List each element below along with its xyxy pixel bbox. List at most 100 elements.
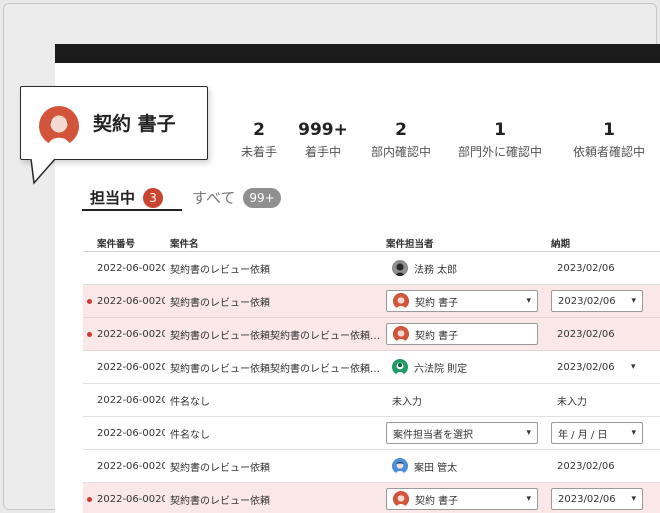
due-date-text: 2023/02/06 — [557, 361, 615, 373]
due-date-text: 2023/02/06 — [557, 262, 615, 274]
stat-count: 2 — [253, 120, 265, 140]
case-name[interactable]: 件名なし — [170, 384, 384, 416]
due-date-cell: 年 / 月 / 日 ▾ — [551, 417, 660, 449]
assignee-name: 法務 太郎 — [414, 264, 458, 276]
case-name-text: 契約書のレビュー依頼 — [170, 462, 270, 474]
due-date: 未入力 — [551, 384, 660, 416]
assignee-empty: 未入力 — [392, 396, 422, 408]
assignee: 六法院 則定 — [392, 359, 467, 375]
tab-count-badge: 3 — [143, 188, 164, 208]
tab-label: 担当中 — [90, 189, 136, 207]
due-date-cell: 2023/02/06 ▾ — [551, 285, 660, 317]
unread-dot-cell — [87, 285, 93, 317]
case-name[interactable]: 契約書のレビュー依頼 — [170, 285, 384, 317]
assignee-placeholder: 案件担当者を選択 — [393, 429, 473, 441]
due-date: 2023/02/06 — [551, 318, 660, 350]
assignee-cell: 六法院 則定 — [386, 351, 542, 383]
case-number: 2022-06-0020 — [97, 262, 165, 274]
table-row[interactable]: 2022-06-0020 契約書のレビュー依頼 契約 書子 ▾ 2023/02/… — [83, 285, 660, 318]
unread-dot-icon — [87, 331, 92, 337]
column-header-due[interactable]: 納期 — [551, 236, 570, 250]
chevron-down-icon: ▾ — [526, 428, 531, 438]
case-name[interactable]: 契約書のレビュー依頼 — [170, 483, 384, 513]
column-header-number[interactable]: 案件番号 — [97, 236, 135, 250]
due-date-picker[interactable]: 2023/02/06 ▾ — [551, 290, 643, 312]
due-date-text: 2023/02/06 — [557, 460, 615, 472]
tab-label: すべて — [192, 189, 236, 207]
due-date-text: 2023/02/06 — [557, 328, 615, 340]
case-name[interactable]: 契約書のレビュー依頼 — [170, 252, 384, 284]
table-row[interactable]: 2022-06-0020 契約書のレビュー依頼契約書のレビュー依頼契… 六法院 … — [83, 351, 660, 384]
assignee-cell: 法務 太郎 — [386, 252, 542, 284]
tooltip-pointer — [30, 159, 56, 185]
table-row[interactable]: 2022-06-0020 契約書のレビュー依頼 案田 管太 2023/02/06 — [83, 450, 660, 483]
stat-internal-review[interactable]: 2 部内確認中 — [363, 120, 439, 159]
assignee-cell: 案件担当者を選択 ▾ — [386, 417, 542, 449]
due-date-cell: 2023/02/06 ▾ — [551, 483, 660, 513]
assignee-cell: 契約 書子 — [386, 318, 542, 350]
user-name: 契約 書子 — [93, 113, 176, 135]
column-header-name[interactable]: 案件名 — [170, 236, 199, 250]
chevron-down-icon[interactable]: ▾ — [631, 351, 636, 383]
stat-label: 依頼者確認中 — [572, 145, 645, 159]
unread-dot-icon — [87, 298, 92, 304]
app-topbar — [55, 44, 660, 63]
chevron-down-icon: ▾ — [526, 296, 531, 306]
table-row[interactable]: 2022-06-0020 契約書のレビュー依頼 法務 太郎 2023/02/06 — [83, 252, 660, 285]
assignee-cell: 未入力 — [386, 384, 542, 416]
chevron-down-icon: ▾ — [631, 296, 636, 306]
assignee: 法務 太郎 — [392, 260, 457, 276]
table-row[interactable]: 2022-06-0020 契約書のレビュー依頼 契約 書子 ▾ 2023/02/… — [83, 483, 660, 513]
due-date-text: 2023/02/06 — [558, 295, 616, 307]
stat-label: 未着手 — [240, 145, 277, 159]
stat-count: 2 — [395, 120, 407, 140]
table-row[interactable]: 2022-06-0020 契約書のレビュー依頼契約書のレビュー依頼契… 契約 書… — [83, 318, 660, 351]
case-name[interactable]: 契約書のレビュー依頼 — [170, 450, 384, 482]
tab-all[interactable]: すべて 99+ — [192, 184, 281, 212]
assignee-name: 契約 書子 — [415, 330, 459, 342]
red-avatar-icon — [393, 293, 409, 309]
assignee-select[interactable]: 契約 書子 ▾ — [386, 488, 538, 510]
stat-in-progress[interactable]: 999+ 着手中 — [292, 120, 354, 159]
assignee-name: 契約 書子 — [415, 495, 459, 507]
gray-avatar-icon — [392, 260, 408, 276]
case-name-text: 契約書のレビュー依頼契約書のレビュー依頼契… — [170, 363, 384, 375]
table-row[interactable]: 2022-06-0020 件名なし 未入力 未入力 — [83, 384, 660, 417]
assignee-field[interactable]: 契約 書子 — [386, 323, 538, 345]
case-name-text: 件名なし — [170, 429, 210, 441]
assignee-name: 契約 書子 — [415, 297, 459, 309]
user-profile-card: 契約 書子 — [20, 86, 208, 160]
due-date-picker[interactable]: 2023/02/06 ▾ — [551, 488, 643, 510]
table-row[interactable]: 2022-06-0020 件名なし 案件担当者を選択 ▾ 年 / 月 / 日 ▾ — [83, 417, 660, 450]
due-date: 2023/02/06 — [551, 351, 660, 383]
assignee-select[interactable]: 案件担当者を選択 ▾ — [386, 422, 538, 444]
case-name[interactable]: 契約書のレビュー依頼契約書のレビュー依頼契… — [170, 318, 384, 350]
case-name-text: 契約書のレビュー依頼 — [170, 264, 270, 276]
assignee: 案田 管太 — [392, 458, 457, 474]
assignee-cell: 契約 書子 ▾ — [386, 285, 542, 317]
stat-count: 1 — [603, 120, 615, 140]
column-header-assignee[interactable]: 案件担当者 — [386, 236, 434, 250]
stat-requester-review[interactable]: 1 依頼者確認中 — [563, 120, 655, 159]
stat-not-started[interactable]: 2 未着手 — [233, 120, 285, 159]
assignee-cell: 契約 書子 ▾ — [386, 483, 542, 513]
case-number: 2022-06-0020 — [97, 328, 165, 340]
chevron-down-icon: ▾ — [526, 494, 531, 504]
stat-external-review[interactable]: 1 部門外に確認中 — [453, 120, 547, 159]
unread-dot-icon — [87, 496, 92, 502]
case-name[interactable]: 件名なし — [170, 417, 384, 449]
red-avatar-icon — [393, 326, 409, 342]
unread-dot-cell — [87, 318, 93, 350]
tab-assigned[interactable]: 担当中 3 — [90, 184, 164, 212]
case-number: 2022-06-0020 — [97, 493, 165, 505]
case-number: 2022-06-0020 — [97, 361, 165, 373]
case-name-text: 契約書のレビュー依頼契約書のレビュー依頼契… — [170, 330, 384, 342]
due-date: 2023/02/06 — [551, 252, 660, 284]
case-number: 2022-06-0020 — [97, 460, 165, 472]
case-name[interactable]: 契約書のレビュー依頼契約書のレビュー依頼契… — [170, 351, 384, 383]
stat-label: 部門外に確認中 — [457, 145, 542, 159]
assignee-select[interactable]: 契約 書子 ▾ — [386, 290, 538, 312]
due-date-placeholder: 年 / 月 / 日 — [558, 429, 608, 441]
due-date-picker[interactable]: 年 / 月 / 日 ▾ — [551, 422, 643, 444]
due-date-text: 2023/02/06 — [558, 493, 616, 505]
